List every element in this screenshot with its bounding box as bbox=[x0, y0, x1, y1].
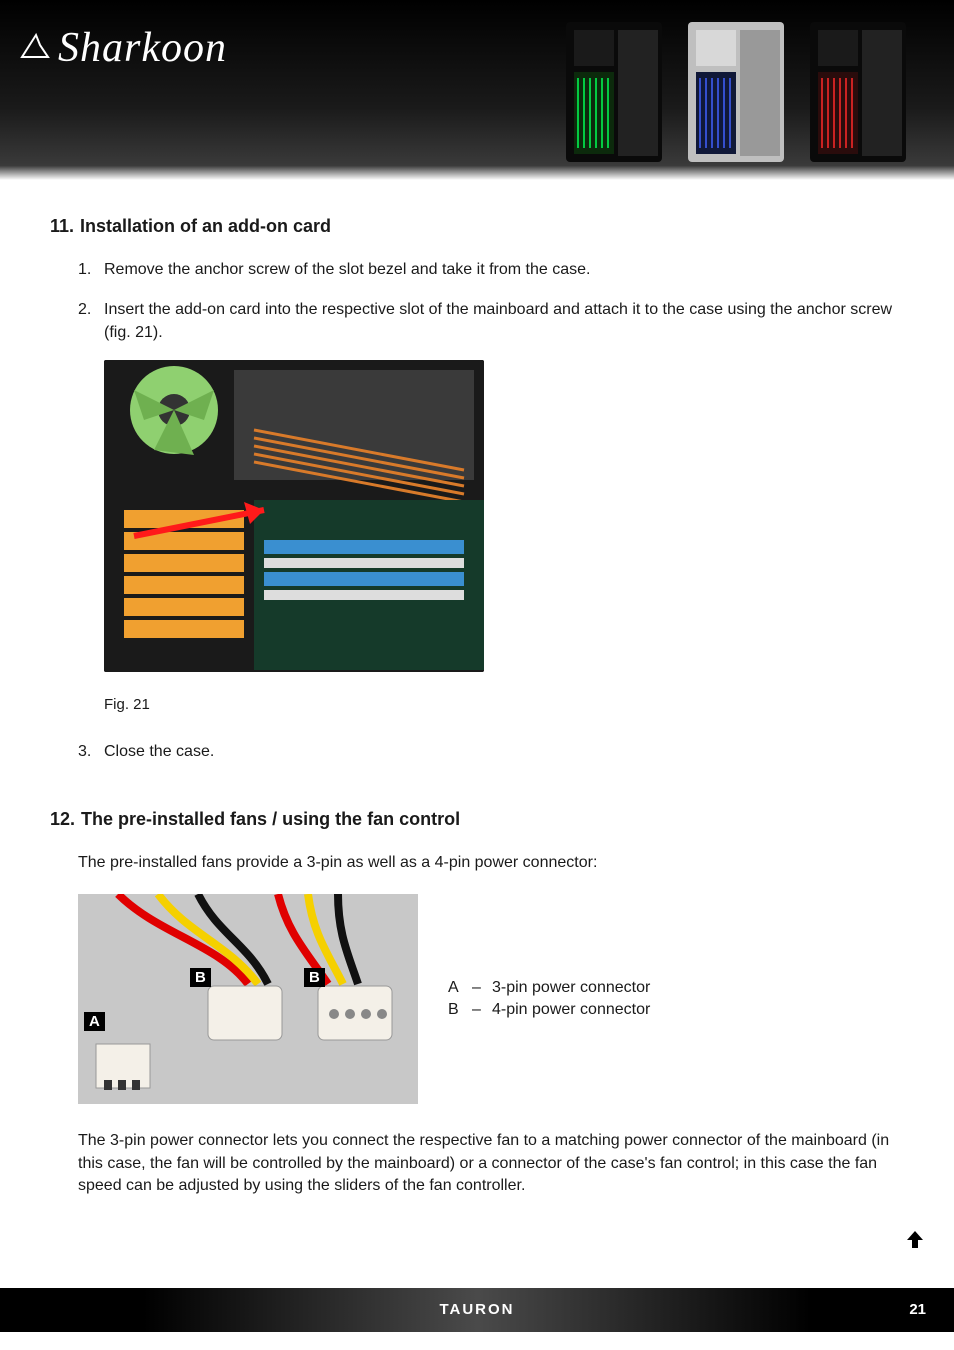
section-12-body: The 3-pin power connector lets you conne… bbox=[50, 1130, 904, 1197]
legend-key: A bbox=[448, 977, 472, 999]
legend-row-a: A – 3-pin power connector bbox=[448, 977, 650, 999]
figure-21: Fig. 21 bbox=[104, 360, 904, 714]
section-number: 11. bbox=[50, 216, 74, 237]
section-11-heading: 11. Installation of an add-on card bbox=[50, 216, 904, 237]
section-11-steps: 1. Remove the anchor screw of the slot b… bbox=[50, 259, 904, 763]
legend-dash: – bbox=[472, 999, 492, 1021]
legend-dash: – bbox=[472, 977, 492, 999]
shark-fin-icon bbox=[18, 31, 52, 65]
product-images bbox=[558, 18, 914, 168]
product-case-green bbox=[558, 18, 670, 168]
brand-logo: Sharkoon bbox=[18, 24, 227, 72]
product-case-blue bbox=[680, 18, 792, 168]
footer-product: TAURON bbox=[439, 1301, 514, 1318]
brand-name: Sharkoon bbox=[58, 24, 227, 72]
arrow-up-icon bbox=[904, 1228, 926, 1250]
connector-image: A B B bbox=[78, 894, 418, 1104]
figure-caption: Fig. 21 bbox=[104, 694, 904, 715]
step-3: 3. Close the case. bbox=[78, 741, 904, 763]
section-title: Installation of an add-on card bbox=[80, 216, 331, 237]
step-text: Remove the anchor screw of the slot beze… bbox=[104, 259, 904, 281]
page-footer: TAURON 21 bbox=[0, 1288, 954, 1332]
step-2: 2. Insert the add-on card into the respe… bbox=[78, 299, 904, 722]
connector-legend: A – 3-pin power connector B – 4-pin powe… bbox=[448, 977, 650, 1022]
step-number: 3. bbox=[78, 741, 104, 763]
page-number: 21 bbox=[909, 1301, 926, 1318]
section-number: 12. bbox=[50, 809, 75, 830]
label-a: A bbox=[84, 1012, 105, 1031]
legend-row-b: B – 4-pin power connector bbox=[448, 999, 650, 1021]
step-number: 1. bbox=[78, 259, 104, 281]
step-text: Close the case. bbox=[104, 741, 904, 763]
figure-21-image bbox=[104, 360, 484, 672]
section-title: The pre-installed fans / using the fan c… bbox=[81, 809, 460, 830]
section-12-heading: 12. The pre-installed fans / using the f… bbox=[50, 809, 904, 830]
label-b-1: B bbox=[190, 968, 211, 987]
legend-value: 3-pin power connector bbox=[492, 977, 650, 999]
product-case-red bbox=[802, 18, 914, 168]
page-header: Sharkoon bbox=[0, 0, 954, 180]
legend-key: B bbox=[448, 999, 472, 1021]
page-content: 11. Installation of an add-on card 1. Re… bbox=[0, 180, 954, 1238]
step-text: Insert the add-on card into the respecti… bbox=[104, 301, 892, 340]
scroll-top-link[interactable] bbox=[904, 1228, 926, 1254]
connector-figure-row: A B B A – 3-pin power connector B – 4-pi… bbox=[50, 894, 904, 1104]
section-12-intro: The pre-installed fans provide a 3-pin a… bbox=[50, 852, 904, 874]
label-b-2: B bbox=[304, 968, 325, 987]
legend-value: 4-pin power connector bbox=[492, 999, 650, 1021]
step-number: 2. bbox=[78, 299, 104, 722]
step-1: 1. Remove the anchor screw of the slot b… bbox=[78, 259, 904, 281]
